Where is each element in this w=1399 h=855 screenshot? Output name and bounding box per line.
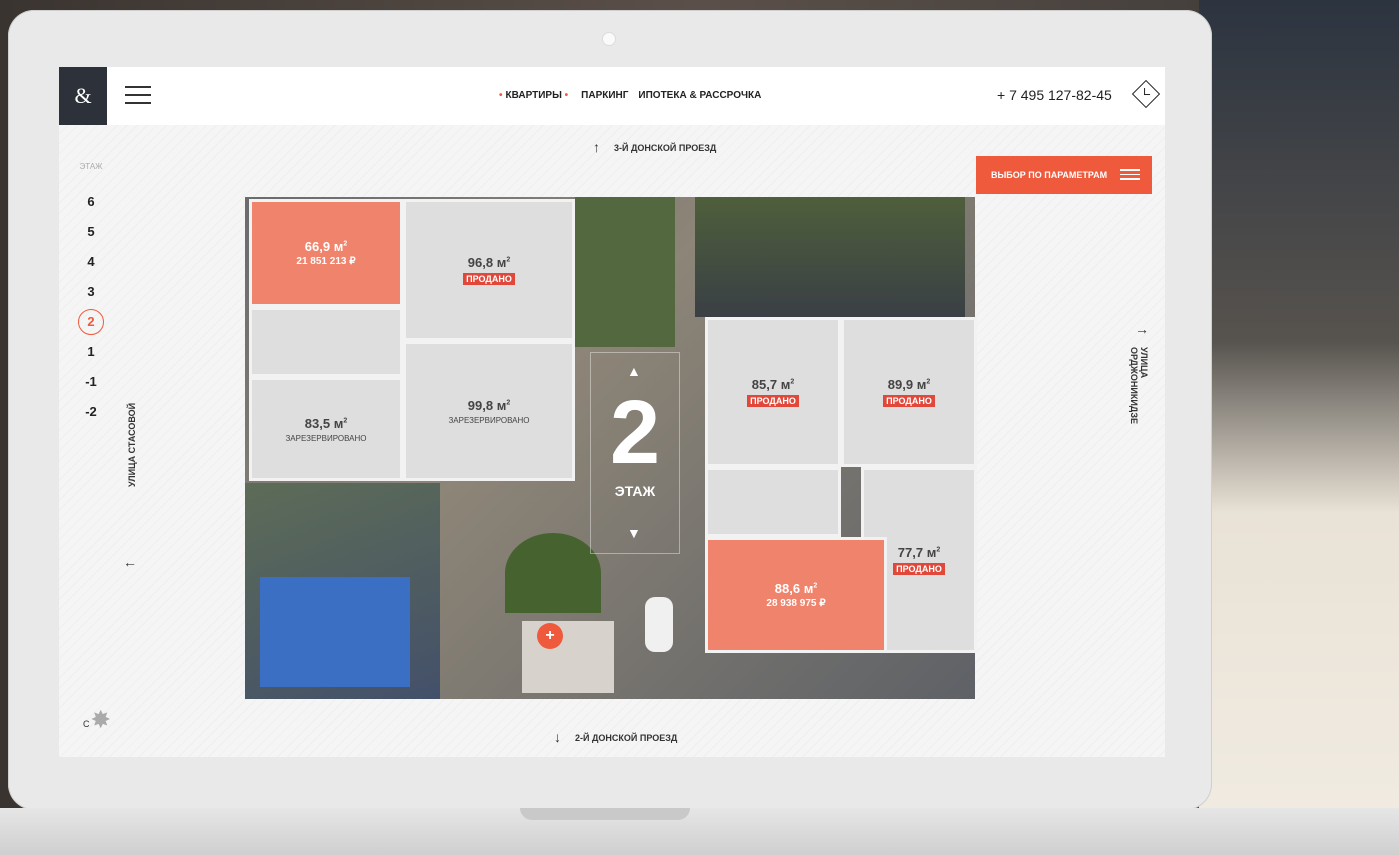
top-garden (695, 197, 965, 317)
apartment-area: 66,9 м2 (304, 239, 348, 254)
apartment-price: 21 851 213 ₽ (296, 256, 356, 267)
sold-badge: ПРОДАНО (893, 563, 945, 575)
nav-item-parking[interactable]: ПАРКИНГ (581, 90, 628, 101)
street-bottom-label: 2-Й ДОНСКОЙ ПРОЕЗД (575, 733, 678, 743)
floor-selector: ЭТАЖ 6 5 4 3 2 1 -1 -2 (73, 162, 109, 427)
sold-badge: ПРОДАНО (463, 273, 515, 285)
apartment-price: 28 938 975 ₽ (766, 598, 826, 609)
logo[interactable]: & (59, 67, 107, 125)
street-left-label: УЛИЦА СТАСОВОЙ (127, 402, 137, 487)
floor-item-minus-2[interactable]: -2 (73, 397, 109, 427)
arrow-left-icon: ← (123, 554, 137, 570)
reserved-label: ЗАРЕЗЕРВИРОВАНО (448, 415, 530, 425)
laptop-base (0, 808, 1399, 855)
apartment-area: 96,8 м2 (467, 255, 511, 270)
camera-icon (603, 33, 615, 45)
apartment-area: 89,9 м2 (887, 377, 931, 392)
apartment-2[interactable]: 96,8 м2 ПРОДАНО (403, 199, 575, 341)
sold-badge: ПРОДАНО (747, 395, 799, 407)
apartment-area: 77,7 м2 (897, 545, 941, 560)
filter-params-label: ВЫБОР ПО ПАРАМЕТРАМ (991, 170, 1108, 180)
main-nav: • КВАРТИРЫ • ПАРКИНГ ИПОТЕКА & РАССРОЧКА (499, 90, 761, 101)
filter-params-button[interactable]: ВЫБОР ПО ПАРАМЕТРАМ (976, 156, 1152, 194)
compass-label: С (83, 719, 90, 729)
floor-up-icon[interactable]: ▲ (627, 363, 641, 379)
apartment-1[interactable]: 66,9 м2 21 851 213 ₽ (249, 199, 403, 307)
floor-item-1[interactable]: 1 (73, 337, 109, 367)
floor-item-active-label: 2 (78, 309, 104, 335)
menu-icon[interactable] (125, 86, 151, 104)
current-floor-badge: ▲ 2 ЭТАЖ ▼ (590, 352, 680, 554)
floor-item-5[interactable]: 5 (73, 217, 109, 247)
sliders-icon (1120, 166, 1140, 184)
pool (260, 577, 410, 687)
apartment-service-room-2 (705, 467, 841, 537)
background-room (1199, 0, 1399, 855)
current-floor-word: ЭТАЖ (614, 483, 656, 499)
floor-item-3[interactable]: 3 (73, 277, 109, 307)
apartment-5[interactable]: 85,7 м2 ПРОДАНО (705, 317, 841, 467)
apartment-area: 83,5 м2 (304, 415, 348, 431)
apartment-6[interactable]: 89,9 м2 ПРОДАНО (841, 317, 977, 467)
nav-item-mortgage[interactable]: ИПОТЕКА & РАССРОЧКА (638, 90, 761, 101)
street-right-label: УЛИЦА ОРДЖОНИКИДЗЕ (1129, 347, 1149, 424)
street-top-label: 3-Й ДОНСКОЙ ПРОЕЗД (614, 143, 717, 153)
floor-selector-label: ЭТАЖ (79, 162, 103, 171)
reserved-label: ЗАРЕЗЕРВИРОВАНО (285, 433, 367, 443)
apartment-area: 85,7 м2 (751, 377, 795, 392)
phone-icon[interactable] (1131, 79, 1161, 109)
phone-number[interactable]: + 7 495 127-82-45 (997, 87, 1112, 103)
top-bar: & • КВАРТИРЫ • ПАРКИНГ ИПОТЕКА & РАССРОЧК… (59, 67, 1165, 125)
apartment-8[interactable]: 88,6 м2 28 938 975 ₽ (705, 537, 887, 653)
floor-down-icon[interactable]: ▼ (627, 525, 641, 541)
nav-item-label: КВАРТИРЫ (505, 90, 562, 101)
nav-item-apartments[interactable]: • КВАРТИРЫ • (499, 90, 571, 101)
apartment-3[interactable]: 99,8 м2 ЗАРЕЗЕРВИРОВАНО (403, 341, 575, 481)
round-garden (505, 533, 601, 613)
current-floor-number: 2 (609, 383, 661, 483)
apartment-area: 99,8 м2 (467, 397, 511, 413)
car (645, 597, 673, 652)
sold-badge: ПРОДАНО (883, 395, 935, 407)
arrow-up-icon: ↑ (593, 139, 600, 155)
compass: С✸ (83, 707, 110, 733)
compass-rose-icon: ✸ (91, 707, 110, 732)
pavilion (522, 621, 614, 693)
arrow-right-icon: → (1135, 321, 1149, 337)
screen: & • КВАРТИРЫ • ПАРКИНГ ИПОТЕКА & РАССРОЧК… (59, 67, 1165, 757)
apartment-service-room (249, 307, 403, 377)
floor-item-4[interactable]: 4 (73, 247, 109, 277)
laptop-notch (520, 808, 690, 820)
floor-item-2[interactable]: 2 (73, 307, 109, 337)
floor-item-6[interactable]: 6 (73, 187, 109, 217)
apartment-4[interactable]: 83,5 м2 ЗАРЕЗЕРВИРОВАНО (249, 377, 403, 481)
floor-item-minus-1[interactable]: -1 (73, 367, 109, 397)
garden-strip (575, 197, 675, 347)
add-icon[interactable]: + (537, 623, 563, 649)
apartment-area: 88,6 м2 (774, 581, 818, 596)
arrow-down-icon: ↓ (554, 729, 561, 745)
